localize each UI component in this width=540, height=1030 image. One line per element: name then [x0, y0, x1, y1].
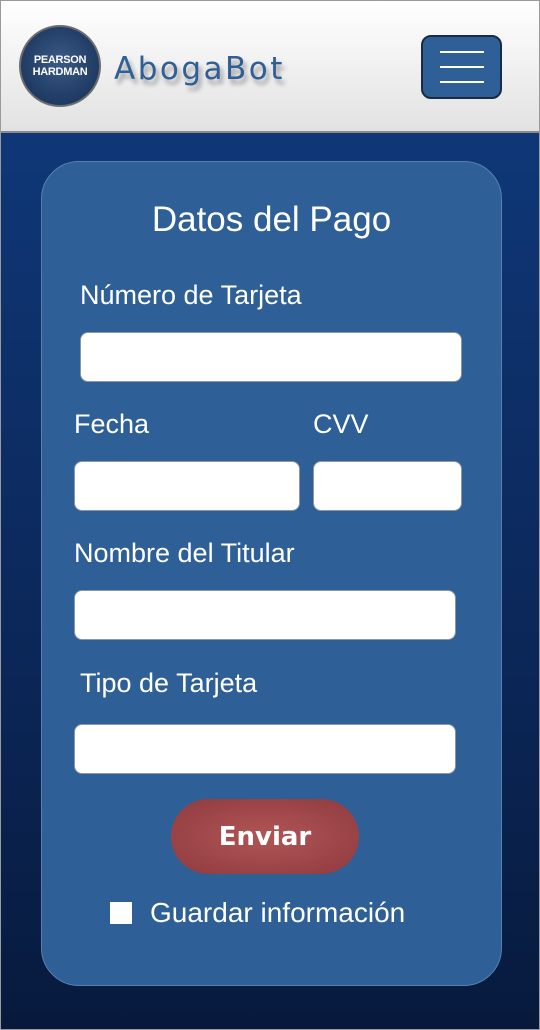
form-title: Datos del Pago — [151, 200, 392, 239]
cvv-label: CVV — [313, 409, 369, 439]
app-frame: PEARSON HARDMAN AbogaBot Datos del Pago … — [0, 0, 540, 1030]
header: PEARSON HARDMAN AbogaBot — [1, 1, 539, 133]
payment-form-card: Datos del Pago Número de Tarjeta Fecha C… — [41, 161, 502, 986]
save-info-checkbox[interactable] — [110, 902, 132, 924]
save-info-label: Guardar información — [150, 897, 406, 928]
date-label: Fecha — [74, 409, 150, 439]
main-content: Datos del Pago Número de Tarjeta Fecha C… — [1, 133, 539, 1029]
card-number-label: Número de Tarjeta — [80, 280, 302, 310]
hamburger-menu-icon-line — [439, 81, 484, 83]
card-type-input[interactable] — [74, 724, 456, 774]
holder-name-input[interactable] — [74, 590, 456, 640]
card-type-label: Tipo de Tarjeta — [80, 668, 258, 698]
logo-line-1: PEARSON — [33, 54, 87, 66]
menu-button[interactable] — [421, 35, 502, 99]
pearson-hardman-logo: PEARSON HARDMAN — [19, 25, 101, 107]
brand-name: AbogaBot — [114, 51, 285, 87]
hamburger-menu-icon-line — [439, 66, 484, 68]
date-input[interactable] — [74, 461, 300, 511]
cvv-input[interactable] — [313, 461, 462, 511]
logo-line-2: HARDMAN — [32, 66, 88, 78]
card-number-input[interactable] — [80, 332, 462, 382]
save-info-row: Guardar información — [110, 897, 405, 929]
hamburger-menu-icon — [439, 51, 484, 53]
submit-button[interactable]: Enviar — [171, 799, 359, 874]
holder-name-label: Nombre del Titular — [74, 538, 295, 568]
